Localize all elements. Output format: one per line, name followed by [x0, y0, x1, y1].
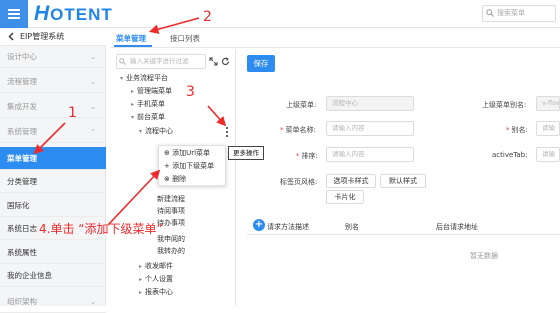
- arrow-to-tab: [148, 17, 200, 34]
- arrow-to-sidebar: [33, 122, 66, 155]
- arrow-to-more: [207, 105, 227, 127]
- annotation-step-1: 1: [68, 105, 77, 121]
- annotation-step-3: 3: [186, 84, 195, 100]
- annotation-step-4: 4.单击 “添加下级菜单”: [39, 222, 163, 236]
- arrow-to-add-child: [107, 169, 161, 226]
- annotation-step-2: 2: [203, 9, 212, 25]
- annotation-arrows: [33, 17, 227, 226]
